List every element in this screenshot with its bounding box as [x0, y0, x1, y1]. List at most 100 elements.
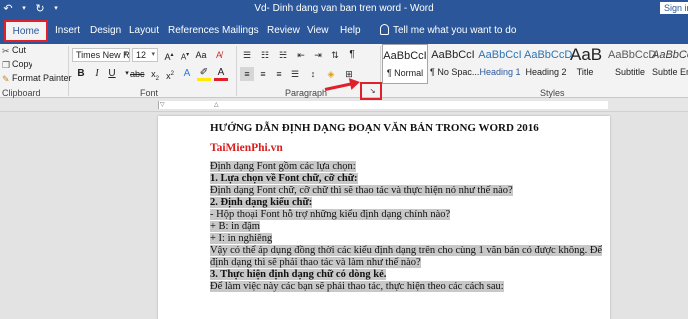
- clipboard-group-label: Clipboard: [2, 88, 41, 98]
- paragraph-line: Định dạng Font gồm các lựa chọn:: [210, 161, 356, 172]
- chevron-down-icon: ▾: [151, 51, 155, 58]
- underline-icon[interactable]: U: [105, 67, 119, 81]
- style-subtitle[interactable]: AaBbCcD Subtitle: [608, 44, 656, 84]
- document-title: Vd- Dinh dang van ban tren word - Word: [254, 3, 434, 14]
- brand-text: TaiMienPhi.vn: [210, 142, 283, 154]
- subscript-icon[interactable]: x2: [148, 67, 162, 82]
- style-name: Heading 2: [525, 67, 567, 77]
- font-group-label: Font: [140, 88, 159, 98]
- paragraph-line: Định dạng Font chữ, cỡ chữ thì sẽ thao t…: [210, 185, 513, 196]
- paragraph-line: 1. Lựa chọn về Font chữ, cỡ chữ:: [210, 173, 358, 184]
- shrink-font-icon[interactable]: A▾: [178, 48, 192, 62]
- ruler-marker-icon: △: [214, 102, 219, 108]
- change-case-icon[interactable]: Aa: [194, 48, 208, 62]
- tell-me-box[interactable]: Tell me what you want to do: [380, 24, 516, 36]
- highlight-icon[interactable]: ✐: [197, 67, 211, 81]
- paragraph-line: + B: in đậm: [210, 221, 260, 232]
- document-heading: HƯỚNG DẪN ĐỊNH DẠNG ĐOẠN VĂN BẢN TRONG W…: [210, 122, 539, 134]
- style-name: Heading 1: [479, 67, 521, 77]
- shading-icon[interactable]: ◈: [324, 67, 338, 81]
- tab-design[interactable]: Design: [90, 24, 121, 38]
- font-size-combo[interactable]: 12 ▾: [132, 48, 158, 62]
- grow-font-icon[interactable]: A▴: [162, 48, 176, 62]
- font-name-value: Times New Ro: [76, 50, 130, 60]
- ribbon: ✂ Cut ❐ Copy ✎ Format Painter Clipboard …: [0, 44, 688, 98]
- chevron-down-icon: ▾: [123, 51, 127, 58]
- paragraph-line: - Hộp thoại Font hỗ trợ những kiểu định …: [210, 209, 451, 220]
- style-preview: AaBbCcI: [383, 50, 427, 62]
- strikethrough-icon[interactable]: abc: [130, 67, 145, 81]
- style-preview: AaBbCcI: [431, 49, 475, 61]
- style-heading-1[interactable]: AaBbCcI Heading 1: [478, 44, 522, 84]
- style-normal[interactable]: AaBbCcI ¶ Normal: [382, 44, 428, 84]
- annotation-box: [360, 82, 382, 100]
- copy-icon: ❐: [2, 60, 11, 70]
- tab-references[interactable]: References: [168, 24, 219, 38]
- style-name: Title: [576, 67, 594, 77]
- annotation-arrow-head: [348, 76, 362, 90]
- tab-mailings[interactable]: Mailings: [222, 24, 259, 38]
- style-preview: AaBbCcD: [524, 49, 573, 61]
- document-page[interactable]: HƯỚNG DẪN ĐỊNH DẠNG ĐOẠN VĂN BẢN TRONG W…: [158, 116, 610, 319]
- horizontal-ruler[interactable]: ▽ △: [0, 98, 688, 112]
- style-preview: AaBbCcD: [652, 49, 688, 61]
- style-no-spacing[interactable]: AaBbCcI ¶ No Spac...: [430, 44, 479, 84]
- style-preview: AaB: [570, 45, 603, 64]
- copy-button[interactable]: Copy: [12, 59, 32, 69]
- font-size-value: 12: [136, 50, 147, 60]
- tab-view[interactable]: View: [307, 24, 329, 38]
- style-heading-2[interactable]: AaBbCcD Heading 2: [524, 44, 573, 84]
- text-effects-icon[interactable]: A: [180, 67, 194, 81]
- superscript-icon[interactable]: x2: [163, 67, 177, 81]
- sort-icon[interactable]: ⇅: [328, 48, 342, 62]
- tab-review[interactable]: Review: [267, 24, 300, 38]
- ruler-marker-icon: ▽: [160, 102, 165, 108]
- tab-insert[interactable]: Insert: [55, 24, 80, 38]
- tab-layout[interactable]: Layout: [129, 24, 159, 38]
- ribbon-tabs: Home Insert Design Layout References Mai…: [0, 18, 688, 44]
- paintbrush-icon: ✎: [2, 74, 10, 84]
- paragraph-line: 3. Thực hiện định dạng chữ có dòng kẻ.: [210, 269, 387, 280]
- paragraph-line: 2. Định dạng kiểu chữ:: [210, 197, 313, 208]
- numbering-icon[interactable]: ☷: [258, 48, 272, 62]
- align-right-icon[interactable]: ≡: [272, 67, 286, 81]
- style-subtle-emphasis[interactable]: AaBbCcD Subtle Em: [652, 44, 688, 84]
- scissors-icon: ✂: [2, 46, 10, 56]
- style-preview: AaBbCcI: [478, 49, 522, 61]
- font-color-icon[interactable]: A: [214, 67, 228, 81]
- tab-home[interactable]: Home: [4, 20, 48, 42]
- sign-in-button[interactable]: Sign in: [660, 2, 688, 14]
- bullets-icon[interactable]: ☰: [240, 48, 254, 62]
- format-painter-button[interactable]: Format Painter: [12, 73, 72, 83]
- align-center-icon[interactable]: ≡: [256, 67, 270, 81]
- justify-icon[interactable]: ☰: [288, 67, 302, 81]
- style-title[interactable]: AaB Title: [570, 44, 603, 84]
- paragraph-line: + I: in nghiêng: [210, 233, 273, 244]
- multilevel-list-icon[interactable]: ☵: [276, 48, 290, 62]
- group-divider: [236, 46, 237, 96]
- ruler-track: [158, 101, 608, 109]
- paragraph-line: Vậy có thể áp dụng đồng thời các kiểu đị…: [210, 245, 603, 256]
- paragraph-line: Để làm việc này các bạn sẽ phải thao tác…: [210, 281, 504, 292]
- paragraph-line: định dạng thì sẽ phải thao tác và làm nh…: [210, 257, 421, 268]
- group-divider: [68, 46, 69, 96]
- cut-button[interactable]: Cut: [12, 45, 26, 55]
- paragraph-group-label: Paragraph: [285, 88, 328, 98]
- clear-formatting-icon[interactable]: A̸: [212, 48, 226, 62]
- style-name: Subtitle: [614, 67, 646, 77]
- tell-me-text: Tell me what you want to do: [393, 25, 517, 36]
- decrease-indent-icon[interactable]: ⇤: [294, 48, 308, 62]
- document-area: HƯỚNG DẪN ĐỊNH DẠNG ĐOẠN VĂN BẢN TRONG W…: [0, 112, 688, 319]
- style-name: Subtle Em: [652, 67, 688, 77]
- italic-icon[interactable]: I: [90, 67, 104, 81]
- show-formatting-icon[interactable]: ¶: [345, 48, 359, 62]
- styles-group-label: Styles: [540, 88, 565, 98]
- font-name-combo[interactable]: Times New Ro ▾: [72, 48, 130, 62]
- line-spacing-icon[interactable]: ↕: [306, 67, 320, 81]
- title-bar: ↶ ▾ ↻ ▾ Vd- Dinh dang van ban tren word …: [0, 0, 688, 18]
- align-left-icon[interactable]: ≡: [240, 67, 254, 81]
- tab-help[interactable]: Help: [340, 24, 361, 38]
- bold-icon[interactable]: B: [74, 67, 88, 81]
- style-name: ¶ Normal: [386, 68, 424, 78]
- increase-indent-icon[interactable]: ⇥: [311, 48, 325, 62]
